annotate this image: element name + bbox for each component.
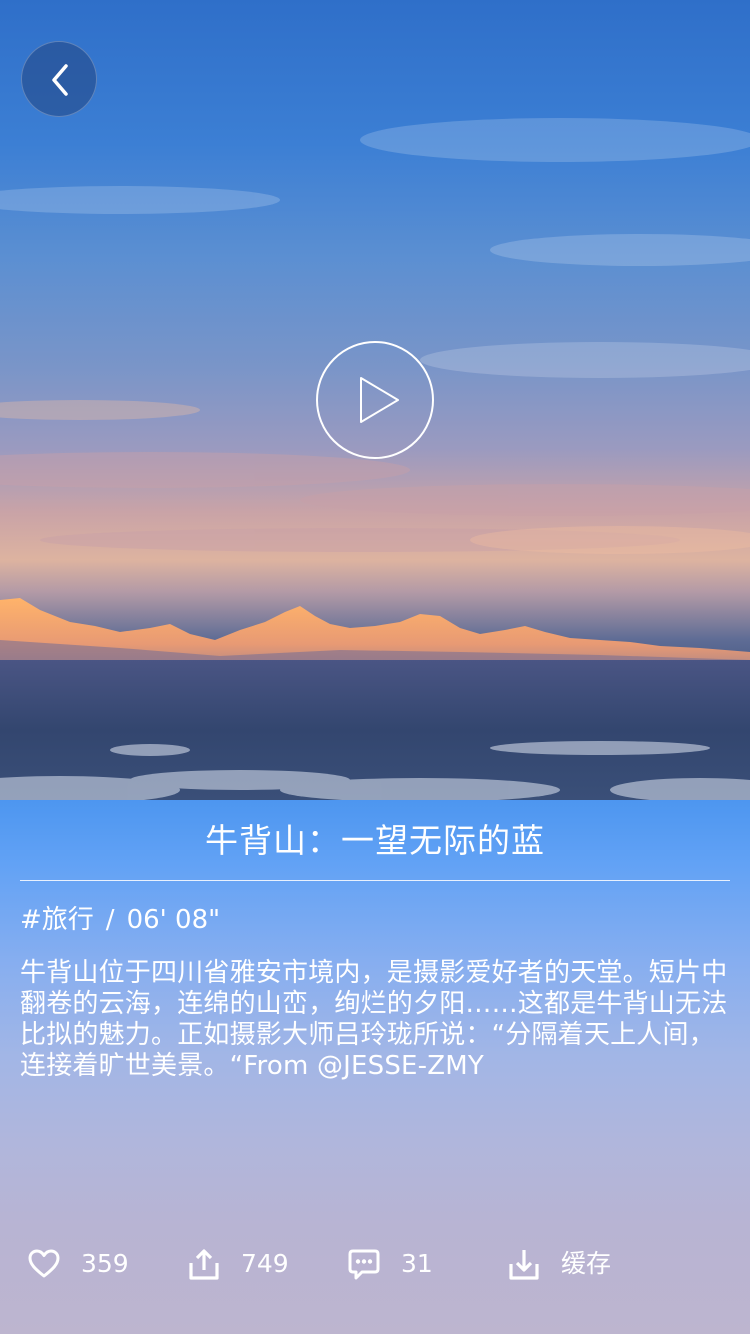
share-count: 749 <box>241 1249 289 1278</box>
download-icon <box>507 1247 541 1281</box>
video-description: 牛背山位于四川省雅安市境内，是摄影爱好者的天堂。短片中翻卷的云海，连绵的山峦，绚… <box>20 958 728 1081</box>
like-count: 359 <box>81 1249 129 1278</box>
download-button[interactable]: 缓存 <box>507 1240 611 1288</box>
heart-icon <box>27 1247 61 1281</box>
video-title: 牛背山：一望无际的蓝 <box>205 821 545 860</box>
comment-icon <box>347 1247 381 1281</box>
video-meta: #旅行 / 06' 08" <box>20 902 220 938</box>
share-upload-icon <box>187 1247 221 1281</box>
comment-count: 31 <box>401 1249 433 1278</box>
video-detail-page: 牛背山：一望无际的蓝 #旅行 / 06' 08" 牛背山位于四川省雅安市境内，是摄影… <box>0 0 750 1334</box>
share-button[interactable]: 749 <box>187 1240 289 1288</box>
video-duration: 06' 08" <box>126 905 221 935</box>
chevron-left-icon <box>52 64 68 96</box>
play-icon <box>316 341 434 459</box>
download-label: 缓存 <box>561 1249 612 1278</box>
video-info-panel: 牛背山：一望无际的蓝 #旅行 / 06' 08" 牛背山位于四川省雅安市境内，是摄影… <box>0 800 750 1334</box>
action-bar: 359 749 31 缓存 <box>0 1240 750 1288</box>
divider <box>20 880 730 881</box>
like-button[interactable]: 359 <box>27 1240 129 1288</box>
comment-button[interactable]: 31 <box>347 1240 433 1288</box>
video-cover[interactable] <box>0 0 750 800</box>
play-button[interactable] <box>315 340 435 460</box>
meta-separator: / <box>105 905 115 935</box>
category-tag[interactable]: #旅行 <box>20 905 94 935</box>
back-button[interactable] <box>21 41 97 117</box>
